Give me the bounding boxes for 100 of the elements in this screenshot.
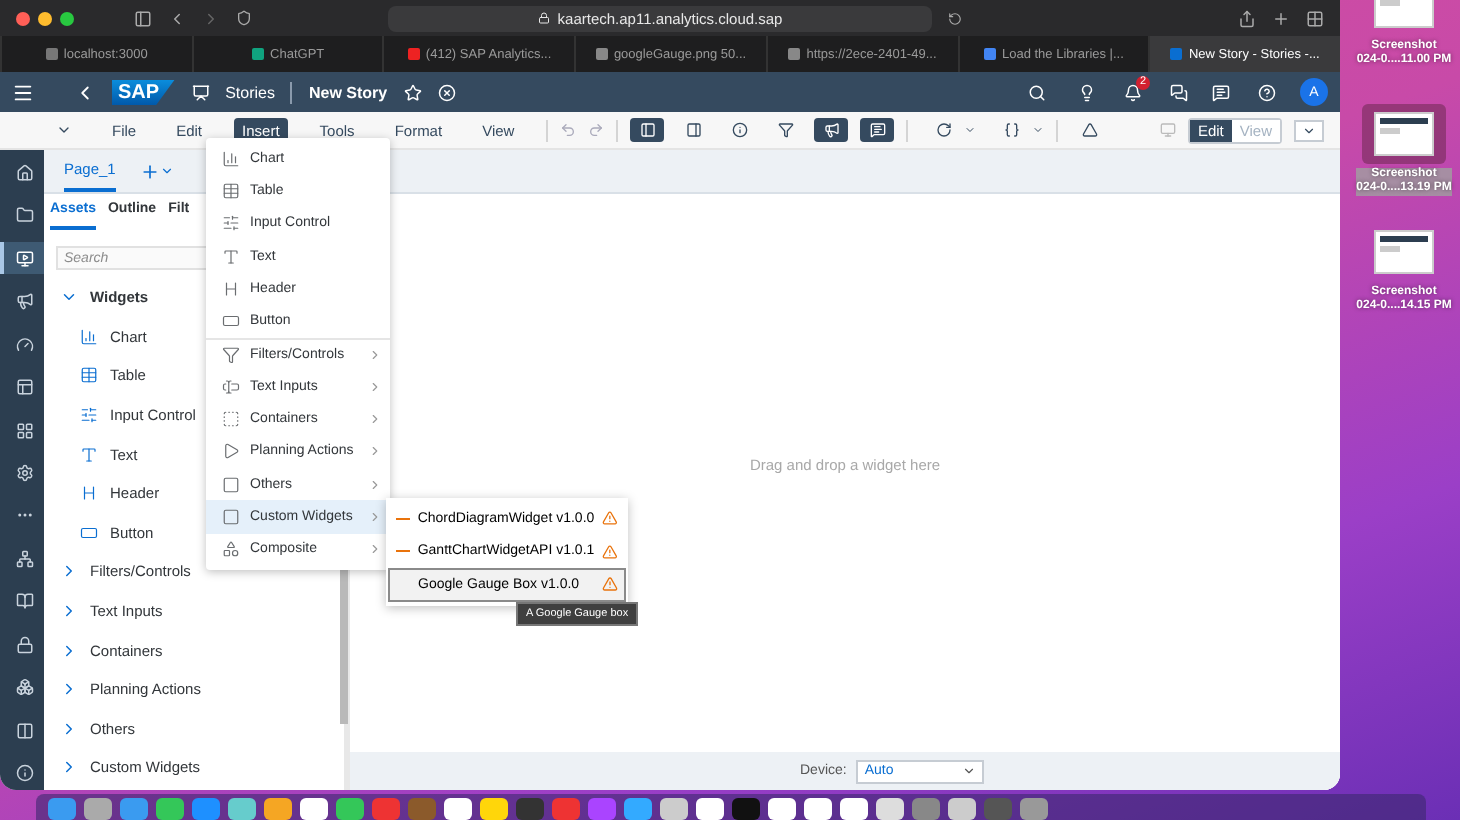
tab-overview-icon[interactable] (1306, 9, 1324, 27)
play-icon (222, 442, 240, 461)
panel-left-icon (639, 122, 656, 138)
caret-icon (159, 164, 174, 178)
chat-icon (869, 122, 886, 138)
chevron-icon[interactable] (56, 122, 72, 138)
dropdown-button[interactable] (1294, 119, 1324, 141)
braces-icon[interactable] (1004, 122, 1021, 138)
lock-icon (15, 635, 33, 654)
panel-left-toggle[interactable] (630, 118, 665, 142)
app-icon[interactable] (876, 798, 904, 820)
grid-icon (15, 421, 33, 440)
app-icon[interactable] (480, 798, 508, 820)
filter-icon (777, 122, 794, 138)
close-button[interactable] (16, 11, 30, 25)
chevron-icon (1302, 123, 1316, 137)
tab-icon (595, 48, 608, 60)
share-icon[interactable] (1238, 9, 1256, 27)
chevron-icon[interactable] (60, 641, 78, 660)
chevron-icon[interactable] (60, 562, 78, 581)
app-icon[interactable] (804, 798, 832, 820)
app-icon[interactable] (444, 798, 472, 820)
app-icon[interactable] (156, 798, 184, 820)
filter-icon (222, 345, 240, 364)
app-icon[interactable] (948, 798, 976, 820)
warning-icon (602, 576, 618, 593)
info-icon (15, 764, 33, 783)
tab-icon (45, 48, 58, 60)
section-link[interactable]: Stories (225, 83, 275, 101)
app-icon[interactable] (336, 798, 364, 820)
table-icon (80, 366, 98, 385)
dash-icon (396, 517, 410, 520)
presentation-nav-button[interactable] (0, 241, 44, 275)
menu-icon[interactable] (12, 81, 34, 103)
heading-icon (222, 279, 240, 298)
presentation-icon (15, 249, 33, 268)
app-icon[interactable] (696, 798, 724, 820)
plus-icon (139, 161, 160, 181)
story-title: New Story (308, 83, 388, 101)
comment-icon[interactable] (1212, 83, 1230, 101)
lock-icon (537, 12, 550, 24)
sidebar-icon[interactable] (134, 9, 152, 27)
chart-icon (222, 149, 240, 168)
chevron-icon (962, 764, 977, 778)
tab-icon (252, 48, 265, 60)
text-icon (222, 247, 240, 266)
bell-icon[interactable] (1124, 83, 1142, 101)
star-icon[interactable] (403, 83, 422, 101)
shield-icon[interactable] (236, 10, 252, 26)
app-icon[interactable] (300, 798, 328, 820)
help-icon[interactable] (1258, 83, 1276, 101)
text-input-icon (222, 377, 240, 396)
minimize-button[interactable] (38, 11, 52, 25)
triangle-icon[interactable] (1082, 122, 1099, 138)
chevron-icon[interactable] (60, 758, 78, 777)
presentation-icon (191, 83, 210, 101)
tab-icon (788, 48, 801, 60)
close-icon[interactable] (437, 83, 456, 101)
sliders-icon (222, 214, 240, 233)
chevron-icon[interactable] (60, 680, 78, 699)
chat-toggle[interactable] (860, 118, 895, 142)
app-icon[interactable] (768, 798, 796, 820)
folder-icon (15, 206, 33, 225)
info-icon (731, 122, 748, 138)
reload-icon[interactable] (948, 11, 962, 25)
tab-icon (983, 48, 996, 60)
megaphone-icon (15, 292, 33, 311)
megaphone-toggle[interactable] (814, 118, 849, 142)
file-icon[interactable] (1362, 104, 1446, 164)
new-tab-icon[interactable] (1272, 9, 1290, 27)
square-icon (222, 475, 240, 494)
app-icon[interactable] (228, 798, 256, 820)
button-shape-icon (80, 523, 98, 542)
logo: SAP (112, 79, 176, 105)
gauge-icon (15, 335, 33, 354)
window-icon (15, 378, 33, 397)
sliders-icon (80, 406, 98, 425)
home-icon (15, 163, 33, 182)
heading-icon (80, 484, 98, 503)
app-icon[interactable] (264, 798, 292, 820)
app-icon[interactable] (840, 798, 868, 820)
lightbulb-icon[interactable] (1078, 83, 1096, 101)
megaphone-icon (823, 122, 840, 138)
refresh-icon[interactable] (936, 122, 953, 138)
table-icon (222, 181, 240, 200)
button-shape-icon (222, 312, 240, 331)
search-icon[interactable] (1028, 83, 1046, 101)
tab-icon (1170, 48, 1183, 60)
app-icon[interactable] (84, 798, 112, 820)
book-icon (15, 592, 33, 611)
shapes-icon (222, 540, 240, 559)
chevron-icon[interactable] (60, 719, 78, 738)
zoom-button[interactable] (60, 11, 74, 25)
chat-icon[interactable] (1170, 83, 1188, 101)
chevron-icon[interactable] (60, 602, 78, 621)
panel-right-icon (685, 122, 702, 138)
warning-icon (602, 543, 618, 560)
back-icon[interactable] (168, 9, 186, 27)
app-icon[interactable] (660, 798, 688, 820)
chart-icon (80, 327, 98, 346)
